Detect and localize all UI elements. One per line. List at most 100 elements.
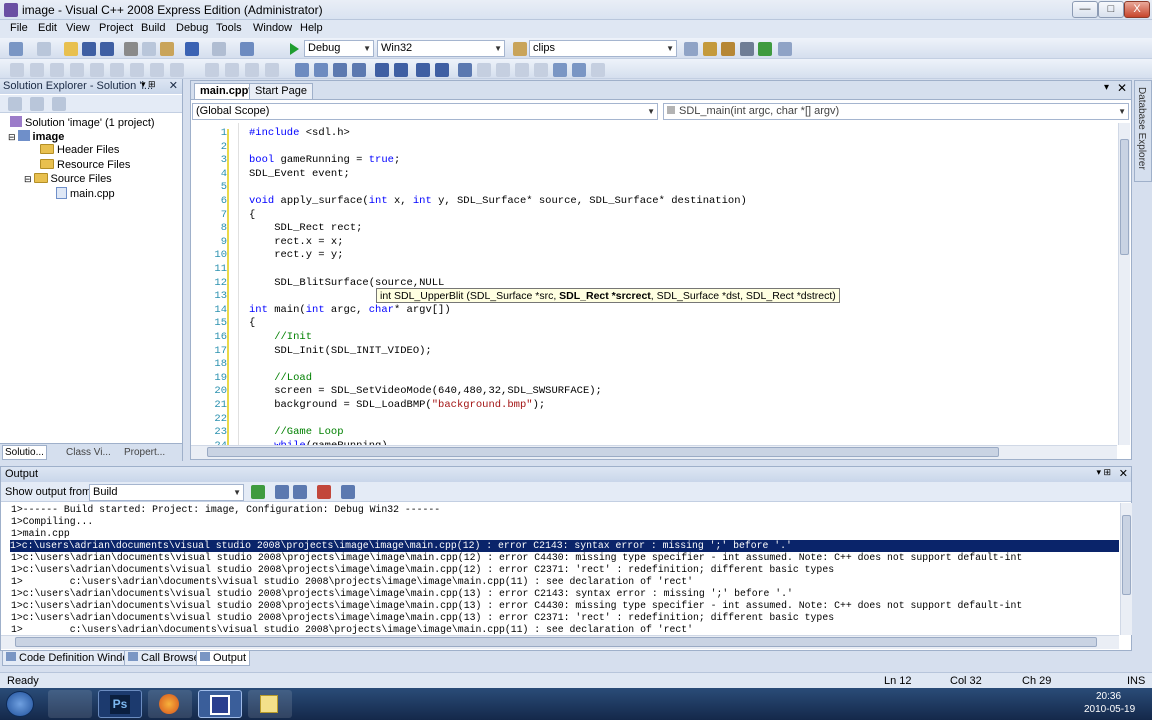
toolbar-icon[interactable] <box>130 63 144 77</box>
output-line[interactable]: 1> c:\users\adrian\documents\visual stud… <box>11 624 693 635</box>
start-debugging-icon[interactable] <box>290 43 299 55</box>
output-text[interactable]: 1>------ Build started: Project: image, … <box>1 503 1119 635</box>
word-wrap-icon[interactable] <box>341 485 355 499</box>
code-line[interactable]: SDL_Init(SDL_INIT_VIDEO); <box>249 345 432 358</box>
clear-all-icon[interactable] <box>317 485 331 499</box>
output-line[interactable]: 1>c:\users\adrian\documents\visual studi… <box>11 552 1022 564</box>
find-icon[interactable] <box>684 42 698 56</box>
firefox-taskbar-icon[interactable] <box>148 690 192 718</box>
toolbar-icon[interactable] <box>110 63 124 77</box>
toolbar-icon[interactable] <box>70 63 84 77</box>
toolbar-icon[interactable] <box>591 63 605 77</box>
redo-icon[interactable] <box>212 42 226 56</box>
save-all-icon[interactable] <box>100 42 114 56</box>
menu-file[interactable]: File <box>10 22 28 34</box>
tree-resource-files[interactable]: Resource Files <box>40 159 130 171</box>
output-line[interactable]: 1> c:\users\adrian\documents\visual stud… <box>11 576 693 588</box>
toolbar-icon[interactable] <box>295 63 309 77</box>
code-line[interactable]: #include <sdl.h> <box>249 127 350 140</box>
toolbar-icon[interactable] <box>314 63 328 77</box>
clock-time[interactable]: 20:36 <box>1096 691 1121 702</box>
paint-taskbar-icon[interactable] <box>248 690 292 718</box>
tree-header-files[interactable]: Header Files <box>40 144 119 156</box>
go-to-error-icon[interactable] <box>251 485 265 499</box>
tab-output[interactable]: Output <box>196 650 251 666</box>
pin-icon[interactable]: ▾ ⊞ <box>141 79 156 90</box>
find-combo[interactable]: clips ▼ <box>529 40 677 57</box>
configuration-dropdown[interactable]: Debug ▼ <box>304 40 374 57</box>
menu-tools[interactable]: Tools <box>216 22 242 34</box>
toolbar-icon[interactable] <box>245 63 259 77</box>
toolbar-icon[interactable] <box>265 63 279 77</box>
cut-icon[interactable] <box>124 42 138 56</box>
close-button[interactable]: X <box>1124 1 1150 18</box>
bookmark-icon[interactable] <box>458 63 472 77</box>
explorer-taskbar-icon[interactable] <box>48 690 92 718</box>
output-source-dropdown[interactable]: Build ▼ <box>89 484 244 501</box>
tab-start-page[interactable]: Start Page <box>249 83 313 99</box>
output-line[interactable]: 1>main.cpp <box>11 528 70 540</box>
toolbar-icon[interactable] <box>477 63 491 77</box>
refresh-icon[interactable] <box>52 97 66 111</box>
start-page-icon[interactable] <box>758 42 772 56</box>
toolbar-icon[interactable] <box>90 63 104 77</box>
toolbar-icon[interactable] <box>30 63 44 77</box>
database-explorer-side-tab[interactable]: Database Explorer <box>1134 80 1152 182</box>
properties-icon[interactable] <box>8 97 22 111</box>
collapse-icon[interactable]: ⊟ <box>8 132 16 142</box>
decrease-indent-icon[interactable] <box>375 63 389 77</box>
menu-view[interactable]: View <box>66 22 90 34</box>
paste-icon[interactable] <box>160 42 174 56</box>
toolbar-icon[interactable] <box>225 63 239 77</box>
previous-message-icon[interactable] <box>275 485 289 499</box>
collapse-icon[interactable]: ⊟ <box>24 174 32 184</box>
toolbar-icon[interactable] <box>170 63 184 77</box>
code-line[interactable]: screen = SDL_SetVideoMode(640,480,32,SDL… <box>249 385 602 398</box>
tab-menu-icon[interactable]: ▾ <box>1104 82 1109 93</box>
output-line[interactable]: 1>c:\users\adrian\documents\visual studi… <box>11 588 793 600</box>
show-all-files-icon[interactable] <box>30 97 44 111</box>
close-icon[interactable]: ✕ <box>169 79 178 93</box>
next-message-icon[interactable] <box>293 485 307 499</box>
code-line[interactable]: rect.y = y; <box>249 249 343 262</box>
code-line[interactable]: //Game Loop <box>249 426 343 439</box>
output-line[interactable]: 1>c:\users\adrian\documents\visual studi… <box>11 612 834 624</box>
code-line[interactable]: SDL_Rect rect; <box>249 222 362 235</box>
menu-edit[interactable]: Edit <box>38 22 57 34</box>
code-line[interactable]: background = SDL_LoadBMP("background.bmp… <box>249 399 545 412</box>
toolbar-icon[interactable] <box>352 63 366 77</box>
toolbar-icon[interactable] <box>496 63 510 77</box>
scroll-thumb[interactable] <box>1120 139 1129 255</box>
find-in-files-icon[interactable] <box>513 42 527 56</box>
code-line[interactable]: void apply_surface(int x, int y, SDL_Sur… <box>249 195 747 208</box>
uncomment-icon[interactable] <box>435 63 449 77</box>
toolbar-icon[interactable] <box>205 63 219 77</box>
toolbox-icon[interactable] <box>740 42 754 56</box>
toolbar-icon[interactable] <box>534 63 548 77</box>
scroll-thumb[interactable] <box>15 637 1097 647</box>
tab-solution-explorer[interactable]: Solutio... <box>2 445 47 460</box>
editor-vertical-scrollbar[interactable] <box>1118 123 1130 445</box>
menu-project[interactable]: Project <box>99 22 133 34</box>
open-file-icon[interactable] <box>64 42 78 56</box>
tab-code-definition-window[interactable]: Code Definition Window <box>2 650 141 666</box>
menu-help[interactable]: Help <box>300 22 323 34</box>
comment-icon[interactable] <box>416 63 430 77</box>
properties-icon[interactable] <box>721 42 735 56</box>
maximize-button[interactable]: □ <box>1098 1 1124 18</box>
scroll-thumb[interactable] <box>1122 515 1131 595</box>
output-vertical-scrollbar[interactable] <box>1120 503 1132 635</box>
new-project-icon[interactable] <box>9 42 23 56</box>
menu-window[interactable]: Window <box>253 22 292 34</box>
close-icon[interactable]: ✕ <box>1117 81 1127 95</box>
undo-icon[interactable] <box>185 42 199 56</box>
function-dropdown[interactable]: SDL_main(int argc, char *[] argv) ▼ <box>663 103 1129 120</box>
start-button[interactable] <box>6 691 34 717</box>
window-icon[interactable] <box>778 42 792 56</box>
code-line[interactable]: bool gameRunning = true; <box>249 154 400 167</box>
output-line[interactable]: 1>c:\users\adrian\documents\visual studi… <box>11 564 834 576</box>
code-area[interactable]: 1 #include <sdl.h> 2 3 bool gameRunning = tr… <box>193 123 1117 445</box>
tab-properties[interactable]: Propert... <box>122 446 167 459</box>
code-line[interactable]: int main(int argc, char* argv[]) <box>249 304 451 317</box>
navigate-back-icon[interactable] <box>240 42 254 56</box>
